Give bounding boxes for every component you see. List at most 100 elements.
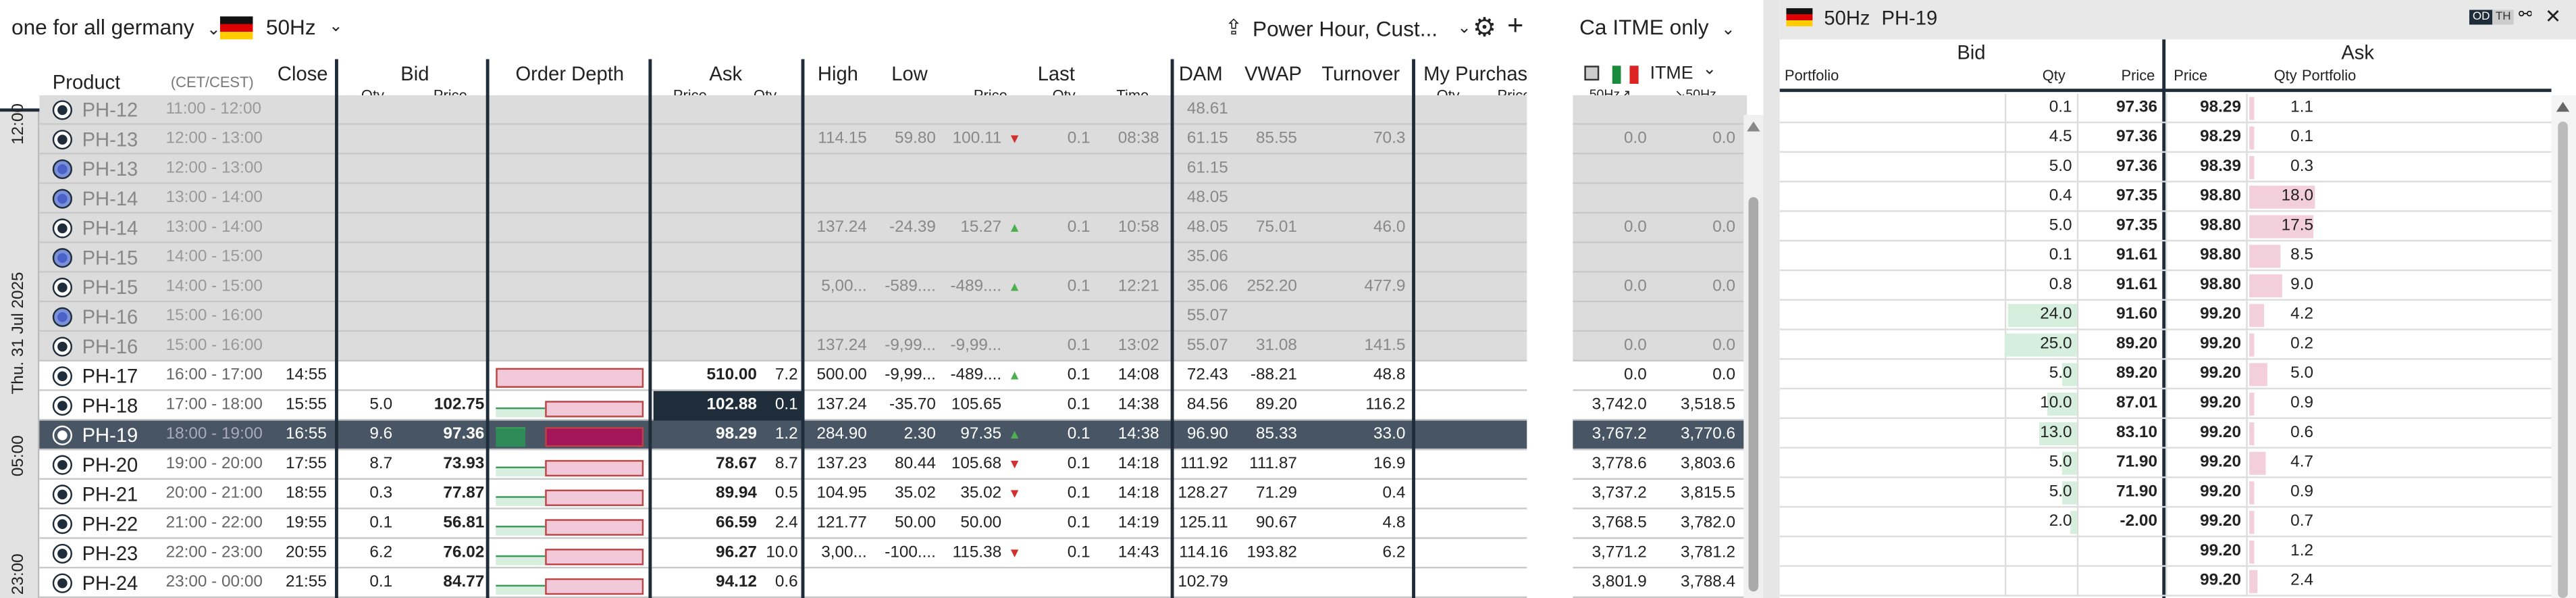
- order-book-row[interactable]: 5.0 97.35 98.80 17.5: [1779, 211, 2552, 242]
- col-dam[interactable]: DAM: [1179, 62, 1223, 85]
- close-icon[interactable]: ✕: [2545, 5, 2561, 28]
- itme-in: 3,518.5: [1680, 395, 1736, 414]
- bid-price-text: 97.36: [2116, 128, 2157, 147]
- order-book-row[interactable]: 13.0 83.10 99.20 0.6: [1779, 419, 2552, 449]
- market-select[interactable]: one for all germany ⌄: [11, 15, 221, 39]
- bid-portfolio-col[interactable]: Portfolio: [1785, 68, 1839, 84]
- table-row[interactable]: PH-19 18:00 - 19:00 16:55 9.6 97.36 98.29 1.2 2…: [39, 420, 1747, 451]
- bid-qty-col[interactable]: Qty: [2043, 68, 2066, 84]
- table-row[interactable]: PH-13 12:00 - 13:00 114.15 59.80 100.11 0.1 08…: [39, 124, 1747, 155]
- last-price: 105.68: [951, 455, 1002, 474]
- order-book-row[interactable]: 24.0 91.60 99.20 4.2: [1779, 300, 2552, 330]
- th-toggle[interactable]: TH: [2492, 9, 2515, 25]
- table-row[interactable]: PH-17 16:00 - 17:00 14:55 510.00 7.2 500.00 -9…: [39, 361, 1747, 391]
- order-book-row[interactable]: 5.0 71.90 99.20 0.9: [1779, 478, 2552, 508]
- itme-scrollbar[interactable]: [1743, 115, 1764, 598]
- itme-in: [1656, 184, 1735, 214]
- strategy-select[interactable]: ⇪ Power Hour, Cust... ⌄: [1225, 15, 1471, 41]
- order-book-row[interactable]: 0.8 91.61 98.80 9.0: [1779, 271, 2552, 301]
- last-time: 14:43: [1118, 543, 1159, 562]
- table-row[interactable]: PH-20 19:00 - 20:00 17:55 8.7 73.93 78.67 8.7 1…: [39, 450, 1747, 480]
- depth-bid-area: [496, 407, 546, 418]
- scroll-up-icon[interactable]: [1747, 121, 1760, 132]
- close-time: 14:55: [286, 366, 327, 384]
- ask-qty-text: 1.2: [2290, 542, 2313, 561]
- add-plus-icon[interactable]: +: [1507, 10, 1523, 43]
- itme-out: [1568, 155, 1647, 184]
- ask-portfolio-col[interactable]: Portfolio: [2302, 68, 2356, 84]
- turnover: [1307, 184, 1405, 214]
- panel-separator[interactable]: [1763, 0, 1780, 598]
- bid-price: [394, 362, 485, 391]
- col-turnover[interactable]: Turnover: [1321, 62, 1400, 85]
- order-book-row[interactable]: 4.5 97.36 98.29 0.1: [1779, 123, 2552, 153]
- table-row[interactable]: PH-14 13:00 - 14:00 137.24 -24.39 15.27 0.1 10…: [39, 214, 1747, 243]
- ask-qty-col[interactable]: Qty: [2274, 68, 2297, 84]
- order-book-row[interactable]: 5.0 71.90 99.20 4.7: [1779, 448, 2552, 478]
- product-code: PH-14: [82, 187, 138, 211]
- bid-qty: 2.0: [2004, 507, 2077, 538]
- ask-price-col[interactable]: Price: [2174, 68, 2207, 84]
- unlock-icon[interactable]: ⚯: [2519, 7, 2532, 25]
- table-row[interactable]: PH-13 12:00 - 13:00 61.15: [39, 154, 1747, 184]
- order-book-row[interactable]: 10.0 87.01 99.20 0.9: [1779, 389, 2552, 420]
- scroll-up-icon[interactable]: [2556, 101, 2570, 112]
- volume-bar: [2071, 511, 2077, 534]
- settings-gear-icon[interactable]: ⚙: [1473, 11, 1496, 45]
- ask-price-text: 99.20: [2200, 512, 2241, 531]
- col-vwap[interactable]: VWAP: [1244, 62, 1302, 85]
- high: [804, 184, 866, 214]
- col-low[interactable]: Low: [891, 62, 928, 85]
- bid-price: 91.61: [2076, 241, 2162, 272]
- product-code: PH-15: [82, 246, 138, 270]
- table-row[interactable]: PH-15 14:00 - 15:00 35.06: [39, 243, 1747, 273]
- table-row[interactable]: PH-18 17:00 - 18:00 15:55 5.0 102.75 102.88 0.…: [39, 391, 1747, 421]
- table-row[interactable]: PH-16 15:00 - 16:00 55.07: [39, 302, 1747, 332]
- table-row[interactable]: PH-12 11:00 - 12:00 48.61: [39, 95, 1747, 125]
- order-book-row[interactable]: 0.1 97.36 98.29 1.1: [1779, 93, 2552, 124]
- order-book-row[interactable]: 0.1 91.61 98.80 8.5: [1779, 241, 2552, 272]
- book-scrollbar[interactable]: [2551, 95, 2576, 598]
- col-close[interactable]: Close: [278, 62, 328, 85]
- itme-out: [1568, 184, 1647, 214]
- bid-qty: [336, 302, 392, 332]
- close-time: 16:55: [286, 425, 327, 444]
- table-row[interactable]: PH-16 15:00 - 16:00 137.24 -9,99... -9,99...…: [39, 332, 1747, 362]
- product-status-icon: [52, 514, 72, 534]
- order-book-row[interactable]: 5.0 97.36 98.39 0.3: [1779, 153, 2552, 182]
- table-row[interactable]: PH-23 22:00 - 23:00 20:55 6.2 76.02 96.27 10.0…: [39, 539, 1747, 569]
- filter-select[interactable]: Ca ITME only ⌄: [1579, 15, 1735, 39]
- product-code: PH-23: [82, 542, 138, 566]
- bid-price-col[interactable]: Price: [2121, 68, 2155, 84]
- order-book-row[interactable]: 0.4 97.35 98.80 18.0: [1779, 182, 2552, 212]
- chevron-down-icon[interactable]: ⌄: [1702, 61, 1716, 79]
- order-book-rows: 0.1 97.36 98.29 1.1 4.5 97.36 98.29 0.1 5.0 97.36…: [1779, 93, 2552, 598]
- checkbox-select-all[interactable]: [1584, 66, 1600, 81]
- close-time: 19:55: [286, 514, 327, 532]
- table-row[interactable]: PH-14 13:00 - 14:00 48.05: [39, 184, 1747, 214]
- order-book-freq: 50Hz: [1824, 6, 1870, 30]
- ask-qty: 5.0: [2246, 359, 2318, 390]
- order-book-row[interactable]: 5.0 89.20 99.20 5.0: [1779, 359, 2552, 390]
- frequency-select[interactable]: 50Hz ⌄: [219, 15, 343, 39]
- vwap: [1240, 184, 1297, 214]
- order-book-row[interactable]: 25.0 89.20 99.20 0.2: [1779, 330, 2552, 360]
- table-row[interactable]: PH-21 20:00 - 21:00 18:55 0.3 77.87 89.94 0.5 1…: [39, 479, 1747, 509]
- product-code: PH-18: [82, 394, 138, 418]
- bid-price-text: 97.35: [2116, 216, 2157, 235]
- table-row[interactable]: PH-22 21:00 - 22:00 19:55 0.1 56.81 66.59 2.4 1…: [39, 509, 1747, 539]
- od-toggle[interactable]: OD: [2469, 9, 2494, 25]
- close-time: [271, 273, 327, 303]
- table-row[interactable]: PH-24 23:00 - 00:00 21:55 0.1 84.77 94.12 0.6 1…: [39, 568, 1747, 598]
- scroll-thumb[interactable]: [2558, 121, 2568, 598]
- col-product[interactable]: Product: [53, 71, 121, 94]
- col-high[interactable]: High: [818, 62, 858, 85]
- table-row[interactable]: PH-15 14:00 - 15:00 5,00... -589.... -489...…: [39, 272, 1747, 303]
- order-book-row[interactable]: 2.0 -2.00 99.20 0.7: [1779, 507, 2552, 538]
- high: 137.24: [816, 395, 867, 414]
- scroll-thumb[interactable]: [1748, 197, 1759, 592]
- order-book-row[interactable]: 99.20 2.4: [1779, 566, 2552, 597]
- order-book-row[interactable]: 99.20 1.2: [1779, 537, 2552, 567]
- divider: [648, 59, 652, 598]
- bid-qty: [336, 273, 392, 303]
